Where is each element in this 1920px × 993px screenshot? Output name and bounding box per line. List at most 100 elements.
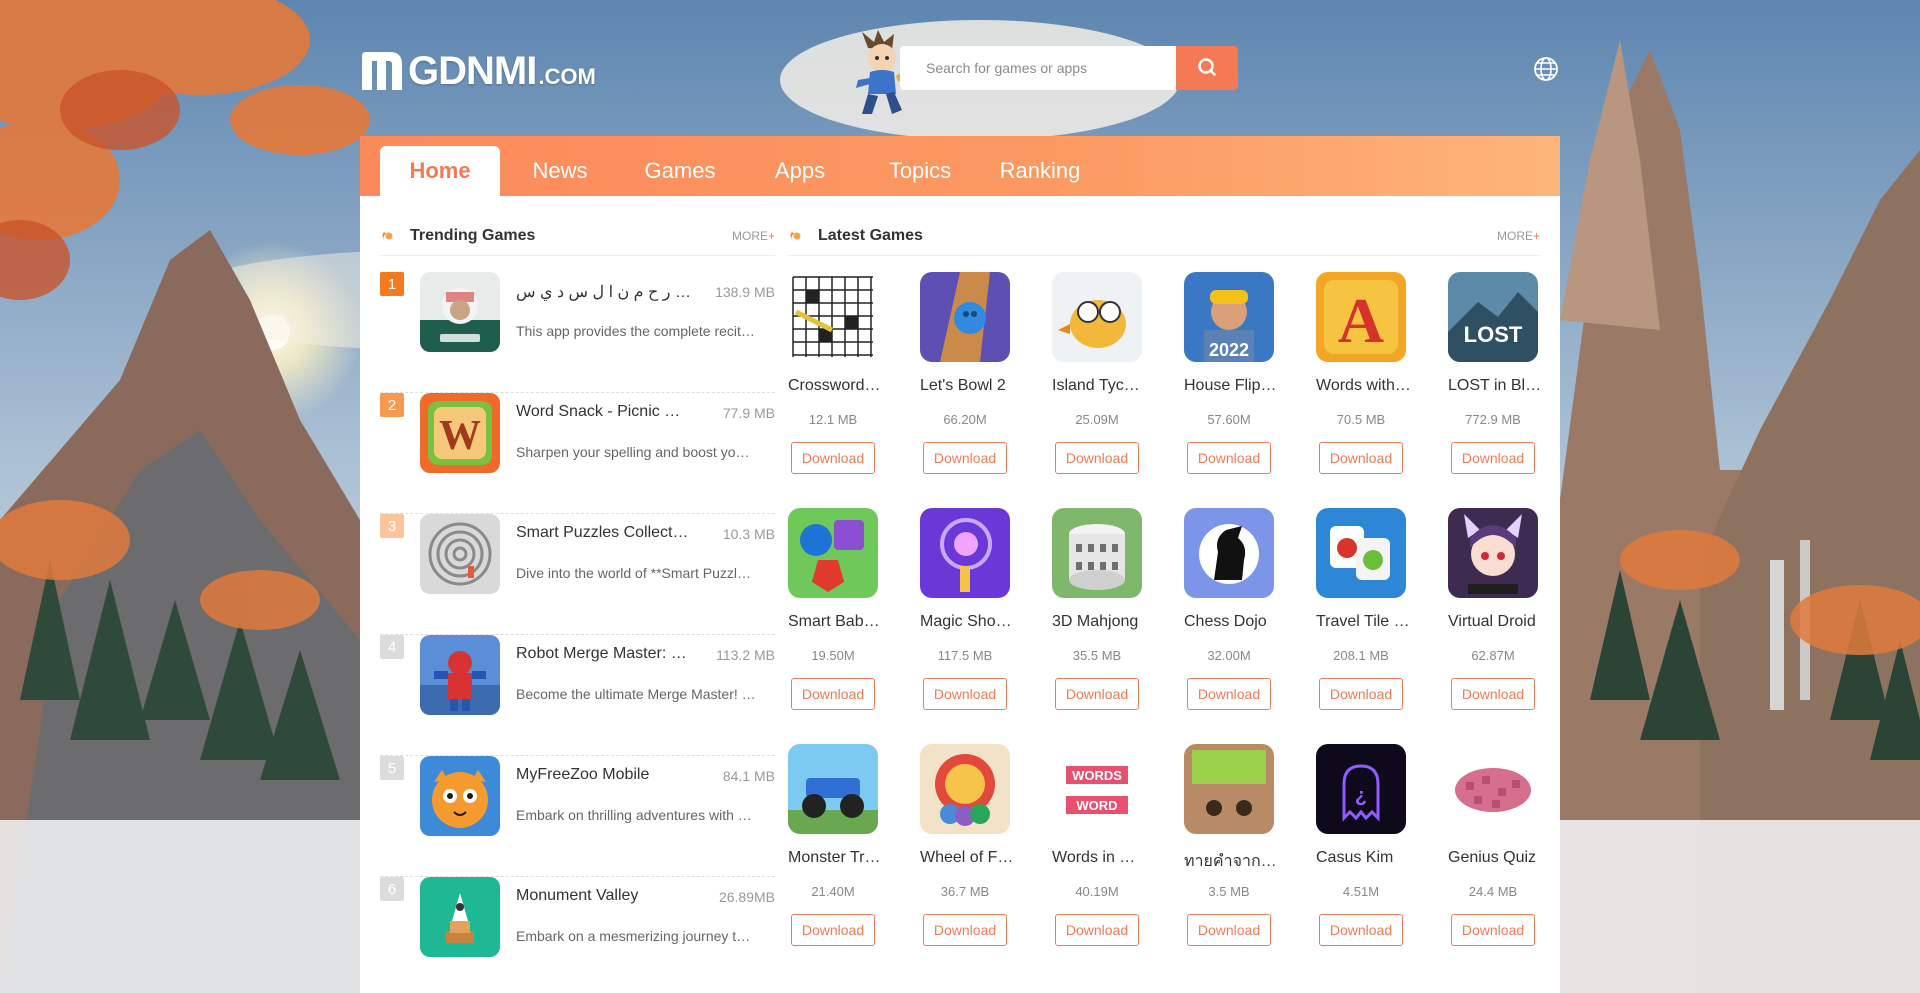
game-name[interactable]: LOST in Blue 2 (1448, 377, 1544, 395)
game-name[interactable]: Casus Kim (1316, 849, 1412, 867)
game-card: 3D Mahjong 35.5 MB Download (1052, 508, 1150, 738)
game-card: Let's Bowl 2 66.20M Download (920, 272, 1018, 502)
game-name[interactable]: Travel Tile Match (1316, 613, 1412, 631)
download-button[interactable]: Download (1319, 678, 1403, 710)
game-name[interactable]: Chess Dojo (1184, 613, 1280, 631)
game-name[interactable]: Island Tycoon (1052, 377, 1148, 395)
download-button[interactable]: Download (1319, 914, 1403, 946)
app-icon[interactable] (420, 877, 500, 957)
bowling-icon[interactable] (920, 272, 1010, 362)
app-name[interactable]: ال ش ه ع ب ا ل ر ح م ن ا ل س د ي س (516, 282, 691, 302)
app-name[interactable]: Smart Puzzles Collection (516, 524, 691, 542)
game-name[interactable]: Crossword Puzzle (788, 377, 884, 395)
words-in-word-icon[interactable]: WORDS WORD (1052, 744, 1142, 834)
app-name[interactable]: MyFreeZoo Mobile (516, 766, 691, 784)
game-name[interactable]: Words in Word (1052, 849, 1148, 867)
ghost-icon[interactable]: ¿ (1316, 744, 1406, 834)
download-button[interactable]: Download (1187, 914, 1271, 946)
rank-badge: 2 (380, 393, 404, 417)
game-name[interactable]: Virtual Droid (1448, 613, 1544, 631)
mahjong-tower-icon[interactable] (1052, 508, 1142, 598)
site-logo[interactable]: GDNMI .COM (360, 48, 596, 92)
game-name[interactable]: Magic Shooter (920, 613, 1016, 631)
trending-item[interactable]: 4 Robot Merge Master: Car Games 113.2 MB… (380, 635, 775, 756)
app-size: 84.1 MB (722, 768, 775, 784)
game-name[interactable]: Smart Baby Shapes (788, 613, 884, 631)
download-button[interactable]: Download (791, 678, 875, 710)
nav-ranking[interactable]: Ranking (980, 146, 1100, 196)
game-name[interactable]: Wheel of Fortune (920, 849, 1016, 867)
game-name[interactable]: Let's Bowl 2 (920, 377, 1016, 395)
forehead-icon[interactable] (1184, 744, 1274, 834)
download-button[interactable]: Download (1055, 678, 1139, 710)
game-name[interactable]: 3D Mahjong (1052, 613, 1148, 631)
rank-badge: 5 (380, 756, 404, 780)
game-size: 4.51M (1342, 884, 1380, 899)
download-button[interactable]: Download (1451, 442, 1535, 474)
magic-shooter-icon[interactable] (920, 508, 1010, 598)
trending-item[interactable]: 2 W Word Snack - Picnic with Words 77.9 … (380, 393, 775, 514)
trending-item[interactable]: 5 MyFreeZoo Mobile 84.1 MB Embark on thr… (380, 756, 775, 877)
app-icon[interactable]: W (420, 393, 500, 473)
nav-home[interactable]: Home (380, 146, 500, 196)
game-name[interactable]: Words with Friends (1316, 377, 1412, 395)
download-button[interactable]: Download (1055, 914, 1139, 946)
app-name[interactable]: Word Snack - Picnic with Words (516, 403, 691, 421)
builder-icon[interactable]: 2022 (1184, 272, 1274, 362)
app-name[interactable]: Robot Merge Master: Car Games (516, 645, 691, 663)
game-size: 772.9 MB (1465, 412, 1521, 427)
download-button[interactable]: Download (923, 914, 1007, 946)
wheel-icon[interactable] (920, 744, 1010, 834)
crossword-icon[interactable] (788, 272, 878, 362)
download-button[interactable]: Download (1055, 442, 1139, 474)
app-icon[interactable] (420, 272, 500, 352)
game-size: 70.5 MB (1336, 412, 1386, 427)
brain-icon[interactable] (1448, 744, 1538, 834)
game-card: Smart Baby Shapes 19.50M Download (788, 508, 886, 738)
app-icon[interactable] (420, 756, 500, 836)
game-name[interactable]: ทายคำจากภาพ (1184, 849, 1280, 874)
fruit-tile-icon[interactable] (1316, 508, 1406, 598)
nav-games[interactable]: Games (620, 146, 740, 196)
chess-knight-icon[interactable] (1184, 508, 1274, 598)
shapes-icon[interactable] (788, 508, 878, 598)
download-button[interactable]: Download (791, 914, 875, 946)
svg-text:2022: 2022 (1209, 340, 1249, 360)
trending-item[interactable]: 3 Smart Puzzles Collection 10.3 MB Dive … (380, 514, 775, 635)
game-name[interactable]: House Flipper (1184, 377, 1280, 395)
trending-item[interactable]: 1 ال ش ه ع ب ا ل ر ح م ن ا ل س د ي س 138… (380, 272, 775, 393)
monster-truck-icon[interactable] (788, 744, 878, 834)
latest-header: Latest Games MORE+ (788, 216, 1540, 256)
download-button[interactable]: Download (1187, 678, 1271, 710)
download-button[interactable]: Download (1187, 442, 1271, 474)
download-button[interactable]: Download (923, 678, 1007, 710)
nav-news[interactable]: News (500, 146, 620, 196)
duck-icon[interactable] (1052, 272, 1142, 362)
download-button[interactable]: Download (1451, 914, 1535, 946)
game-name[interactable]: Genius Quiz (1448, 849, 1544, 867)
letter-a-icon[interactable]: A (1316, 272, 1406, 362)
anime-girl-icon[interactable] (1448, 508, 1538, 598)
game-name[interactable]: Monster Truck (788, 849, 884, 867)
game-size: 32.00M (1207, 648, 1251, 663)
search-bar (900, 46, 1238, 90)
language-globe-icon[interactable] (1533, 56, 1559, 82)
download-button[interactable]: Download (1451, 678, 1535, 710)
download-button[interactable]: Download (791, 442, 875, 474)
nav-apps[interactable]: Apps (740, 146, 860, 196)
app-icon[interactable] (420, 514, 500, 594)
lost-icon[interactable]: LOST (1448, 272, 1538, 362)
download-button[interactable]: Download (923, 442, 1007, 474)
app-icon[interactable] (420, 635, 500, 715)
trending-more-link[interactable]: MORE+ (732, 229, 775, 243)
app-size: 10.3 MB (722, 526, 775, 542)
nav-topics[interactable]: Topics (860, 146, 980, 196)
app-size: 77.9 MB (722, 405, 775, 421)
game-card: ทายคำจากภาพ 3.5 MB Download (1184, 744, 1282, 974)
trending-item[interactable]: 6 Monument Valley 26.89MB Embark on a me… (380, 877, 775, 993)
download-button[interactable]: Download (1319, 442, 1403, 474)
app-name[interactable]: Monument Valley (516, 887, 691, 905)
search-input[interactable] (900, 46, 1177, 90)
latest-more-link[interactable]: MORE+ (1497, 229, 1540, 243)
search-button[interactable] (1176, 46, 1238, 90)
